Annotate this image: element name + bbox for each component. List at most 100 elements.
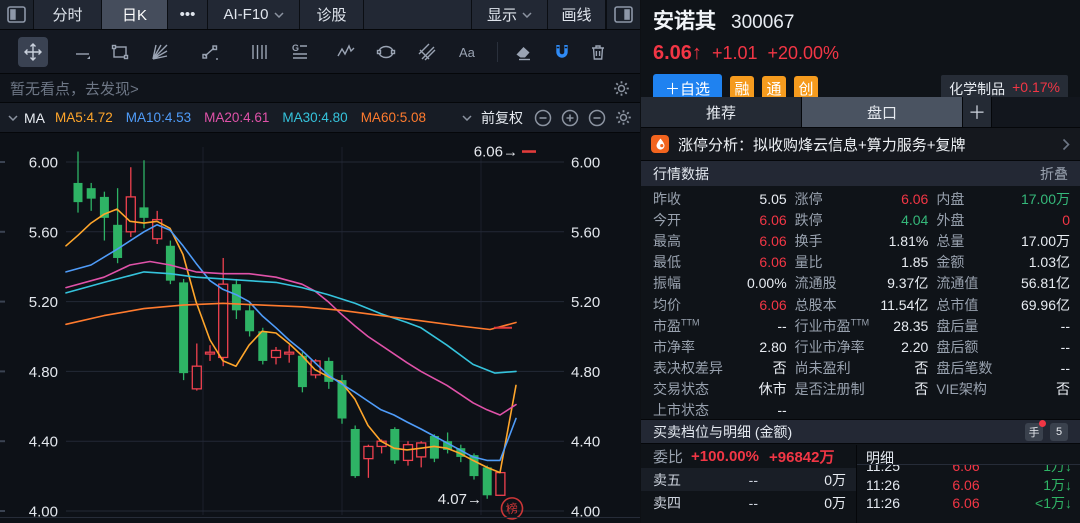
y-axis-label: 5.60 bbox=[571, 224, 600, 241]
quote-cell: 昨收5.05 bbox=[653, 188, 787, 209]
limit-up-analysis-row[interactable]: 涨停分析：拟收购烽云信息+算力服务+复牌 bbox=[641, 128, 1080, 161]
ma-line-ma20 bbox=[66, 262, 516, 416]
quote-label: 最高 bbox=[653, 231, 681, 251]
indicator-group-label[interactable]: MA bbox=[24, 110, 45, 126]
quote-value: 1.81% bbox=[889, 233, 929, 249]
add-tab-button[interactable]: ＋ bbox=[963, 97, 992, 127]
quote-label: 内盘 bbox=[936, 189, 964, 209]
low-price-label: 4.07→ bbox=[438, 491, 482, 508]
quote-label: 盘后笔数 bbox=[936, 358, 992, 378]
toolbar-item-diagnose[interactable]: 诊股 bbox=[300, 0, 364, 29]
candle-up bbox=[404, 445, 413, 461]
quote-label: 流通股 bbox=[795, 273, 837, 293]
rectangle-tool[interactable] bbox=[105, 37, 135, 67]
segment-tool[interactable] bbox=[195, 37, 225, 67]
gear-icon[interactable] bbox=[615, 109, 632, 126]
limit-up-label: 6.06→ bbox=[474, 144, 518, 161]
eraser-tool[interactable] bbox=[508, 37, 538, 67]
gear-icon[interactable] bbox=[613, 80, 630, 97]
detail-list[interactable]: 11:256.061万↓11:266.061万↓11:266.06<1万↓ bbox=[857, 465, 1080, 522]
ask-row-卖四[interactable]: 卖四--0万 bbox=[641, 491, 856, 514]
tick-row[interactable]: 11:266.06<1万↓ bbox=[857, 494, 1080, 513]
stock-app-window: 分时日K•••AI-F10诊股 显示画线 G Aa 暂无看点，去发现> bbox=[0, 0, 1080, 523]
candle-down bbox=[258, 331, 267, 361]
candle-down bbox=[74, 183, 83, 202]
quote-value: 休市 bbox=[759, 379, 787, 399]
toolbar-item-minute[interactable]: 分时 bbox=[34, 0, 102, 29]
chevron-right-icon bbox=[1062, 138, 1070, 151]
trash-tool[interactable] bbox=[583, 37, 613, 67]
adjust-mode-label[interactable]: 前复权 bbox=[481, 108, 523, 128]
chevron-down-icon[interactable] bbox=[462, 115, 472, 121]
rank-stamp: 榜 bbox=[500, 497, 524, 521]
toolbar-separator bbox=[497, 42, 498, 62]
industry-name: 化学制品 bbox=[949, 79, 1005, 99]
quote-cell: 表决权差异否 bbox=[653, 358, 787, 379]
text-tool[interactable]: Aa bbox=[454, 37, 484, 67]
toolbar-item-more[interactable]: ••• bbox=[168, 0, 208, 29]
quote-label: 交易状态 bbox=[653, 379, 709, 399]
quote-label: 振幅 bbox=[653, 273, 681, 293]
quote-cell: 交易状态 休市 bbox=[653, 379, 787, 400]
candle-up bbox=[219, 284, 228, 357]
candlestick-chart[interactable]: 6.006.005.605.605.205.204.804.804.404.40… bbox=[0, 133, 640, 523]
gann-fan-tool[interactable] bbox=[145, 37, 175, 67]
quote-cell: 跌停4.04 bbox=[795, 209, 929, 230]
candle-up bbox=[417, 443, 426, 457]
collapse-button[interactable]: 折叠 bbox=[1040, 164, 1068, 184]
magnet-tool[interactable] bbox=[547, 37, 577, 67]
panel-left-toggle-icon[interactable] bbox=[0, 0, 34, 29]
quote-cell: 行业市盈TTM28.35 bbox=[795, 315, 929, 336]
quote-value: 17.00万 bbox=[1021, 189, 1070, 209]
quote-label: 盘后额 bbox=[936, 337, 978, 357]
lot-unit-badge[interactable]: 手 bbox=[1025, 423, 1043, 441]
chevron-down-icon[interactable] bbox=[8, 115, 18, 121]
quote-value: 9.37亿 bbox=[887, 273, 928, 293]
quote-cell: 尚未盈利否 bbox=[795, 358, 929, 379]
quote-cell: 总量17.00万 bbox=[936, 230, 1070, 251]
tab-order-book[interactable]: 盘口 bbox=[802, 97, 963, 127]
quote-cell: 总股本11.54亿 bbox=[795, 294, 929, 315]
ma-value-ma30: MA30:4.80 bbox=[282, 110, 347, 125]
move-tool[interactable] bbox=[18, 37, 48, 67]
collapse-icon[interactable] bbox=[588, 109, 606, 127]
golden-section-tool[interactable]: G bbox=[285, 37, 315, 67]
pitchfork-tool[interactable] bbox=[412, 37, 442, 67]
candle-up bbox=[496, 473, 505, 496]
ask-row-卖五[interactable]: 卖五--0万 bbox=[641, 468, 856, 491]
tick-row[interactable]: 11:266.061万↓ bbox=[857, 476, 1080, 495]
panel-right-toggle-icon[interactable] bbox=[606, 0, 640, 29]
toolbar-item-display[interactable]: 显示 bbox=[472, 0, 548, 29]
ellipse-tool[interactable] bbox=[371, 37, 401, 67]
level-count-badge[interactable]: 5 bbox=[1050, 423, 1068, 441]
wave-tool[interactable] bbox=[331, 37, 361, 67]
trendline-tool[interactable] bbox=[68, 37, 98, 67]
quote-cell: 今开6.06 bbox=[653, 209, 787, 230]
quote-value: -- bbox=[1061, 339, 1070, 355]
quote-cell: VIE架构否 bbox=[936, 379, 1070, 400]
quote-value: 6.06 bbox=[759, 212, 786, 228]
quote-cell: 盘后量-- bbox=[936, 315, 1070, 336]
zoom-in-icon[interactable] bbox=[561, 109, 579, 127]
quote-label: 跌停 bbox=[795, 210, 823, 230]
quote-value: 6.06 bbox=[759, 233, 786, 249]
tab-recommend[interactable]: 推荐 bbox=[641, 97, 802, 127]
quote-cell: 涨停6.06 bbox=[795, 188, 929, 209]
toolbar-item-daily-k[interactable]: 日K bbox=[102, 0, 168, 29]
candle-up bbox=[272, 350, 281, 357]
y-axis-label: 6.00 bbox=[29, 155, 58, 172]
panel-tabs: 推荐 盘口 ＋ bbox=[641, 97, 1080, 128]
quote-value: 6.06 bbox=[901, 191, 928, 207]
zoom-out-icon[interactable] bbox=[534, 109, 552, 127]
candle-down bbox=[351, 429, 360, 476]
svg-text:Aa: Aa bbox=[459, 45, 476, 60]
top-toolbar: 分时日K•••AI-F10诊股 显示画线 bbox=[0, 0, 640, 30]
vertical-lines-tool[interactable] bbox=[244, 37, 274, 67]
toolbar-item-draw[interactable]: 画线 bbox=[548, 0, 606, 29]
insight-bar: 暂无看点，去发现> bbox=[0, 74, 640, 103]
no-insight-link[interactable]: 暂无看点，去发现> bbox=[10, 78, 613, 99]
quote-value: 0.00% bbox=[747, 275, 787, 291]
quote-label: 尚未盈利 bbox=[795, 358, 851, 378]
quote-cell: 是否注册制否 bbox=[795, 379, 929, 400]
toolbar-item-ai-f10[interactable]: AI-F10 bbox=[208, 0, 300, 29]
